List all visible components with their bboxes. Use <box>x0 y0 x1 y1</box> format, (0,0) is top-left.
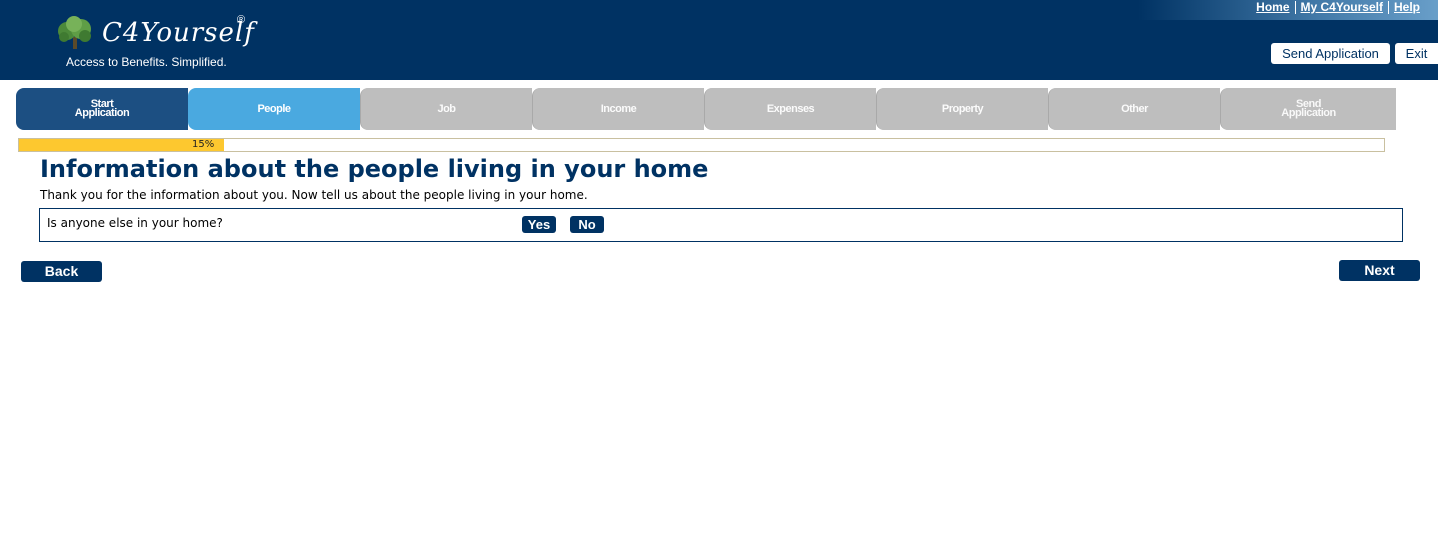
step-label: Send Application <box>1281 98 1336 119</box>
step-label: Start Application <box>74 98 130 119</box>
tree-logo-icon <box>58 16 91 49</box>
link-divider <box>1294 0 1296 14</box>
step-label: Job <box>437 102 456 115</box>
back-button[interactable]: Back <box>21 261 102 282</box>
help-link[interactable]: Help <box>1394 0 1420 14</box>
step-people[interactable]: People <box>188 88 360 130</box>
step-label: Income <box>600 102 637 115</box>
application-steps: Start Application People Job Income Expen… <box>16 88 1397 130</box>
link-divider <box>1387 0 1389 14</box>
yes-button[interactable]: Yes <box>522 216 556 233</box>
next-button[interactable]: Next <box>1339 260 1420 281</box>
question-row: Is anyone else in your home? Yes No <box>39 208 1403 242</box>
brand-wordmark: C4Yourself <box>102 18 255 48</box>
step-start-application[interactable]: Start Application <box>16 88 188 130</box>
my-c4yourself-link[interactable]: My C4Yourself <box>1301 0 1383 14</box>
step-income[interactable]: Income <box>532 88 704 130</box>
progress-label: 15% <box>192 139 215 150</box>
step-label: Property <box>941 102 984 115</box>
no-button[interactable]: No <box>570 216 604 233</box>
step-label: People <box>257 102 291 115</box>
brand-tagline: Access to Benefits. Simplified. <box>66 55 227 69</box>
step-job[interactable]: Job <box>360 88 532 130</box>
progress-bar: 15% <box>18 138 1385 152</box>
home-link[interactable]: Home <box>1256 0 1289 14</box>
app-header: C4Yourself ® Access to Benefits. Simplif… <box>0 0 1438 80</box>
exit-button[interactable]: Exit <box>1395 43 1438 64</box>
registered-mark: ® <box>237 14 246 26</box>
step-label: Expenses <box>766 102 815 115</box>
step-other[interactable]: Other <box>1048 88 1220 130</box>
page-title: Information about the people living in y… <box>40 155 709 183</box>
step-property[interactable]: Property <box>876 88 1048 130</box>
question-text: Is anyone else in your home? <box>47 216 223 230</box>
step-expenses[interactable]: Expenses <box>704 88 876 130</box>
step-label: Other <box>1121 102 1148 115</box>
top-nav-links: Home My C4Yourself Help <box>1256 0 1420 14</box>
intro-text: Thank you for the information about you.… <box>40 188 588 202</box>
send-application-button[interactable]: Send Application <box>1271 43 1390 64</box>
step-send-application[interactable]: Send Application <box>1220 88 1396 130</box>
